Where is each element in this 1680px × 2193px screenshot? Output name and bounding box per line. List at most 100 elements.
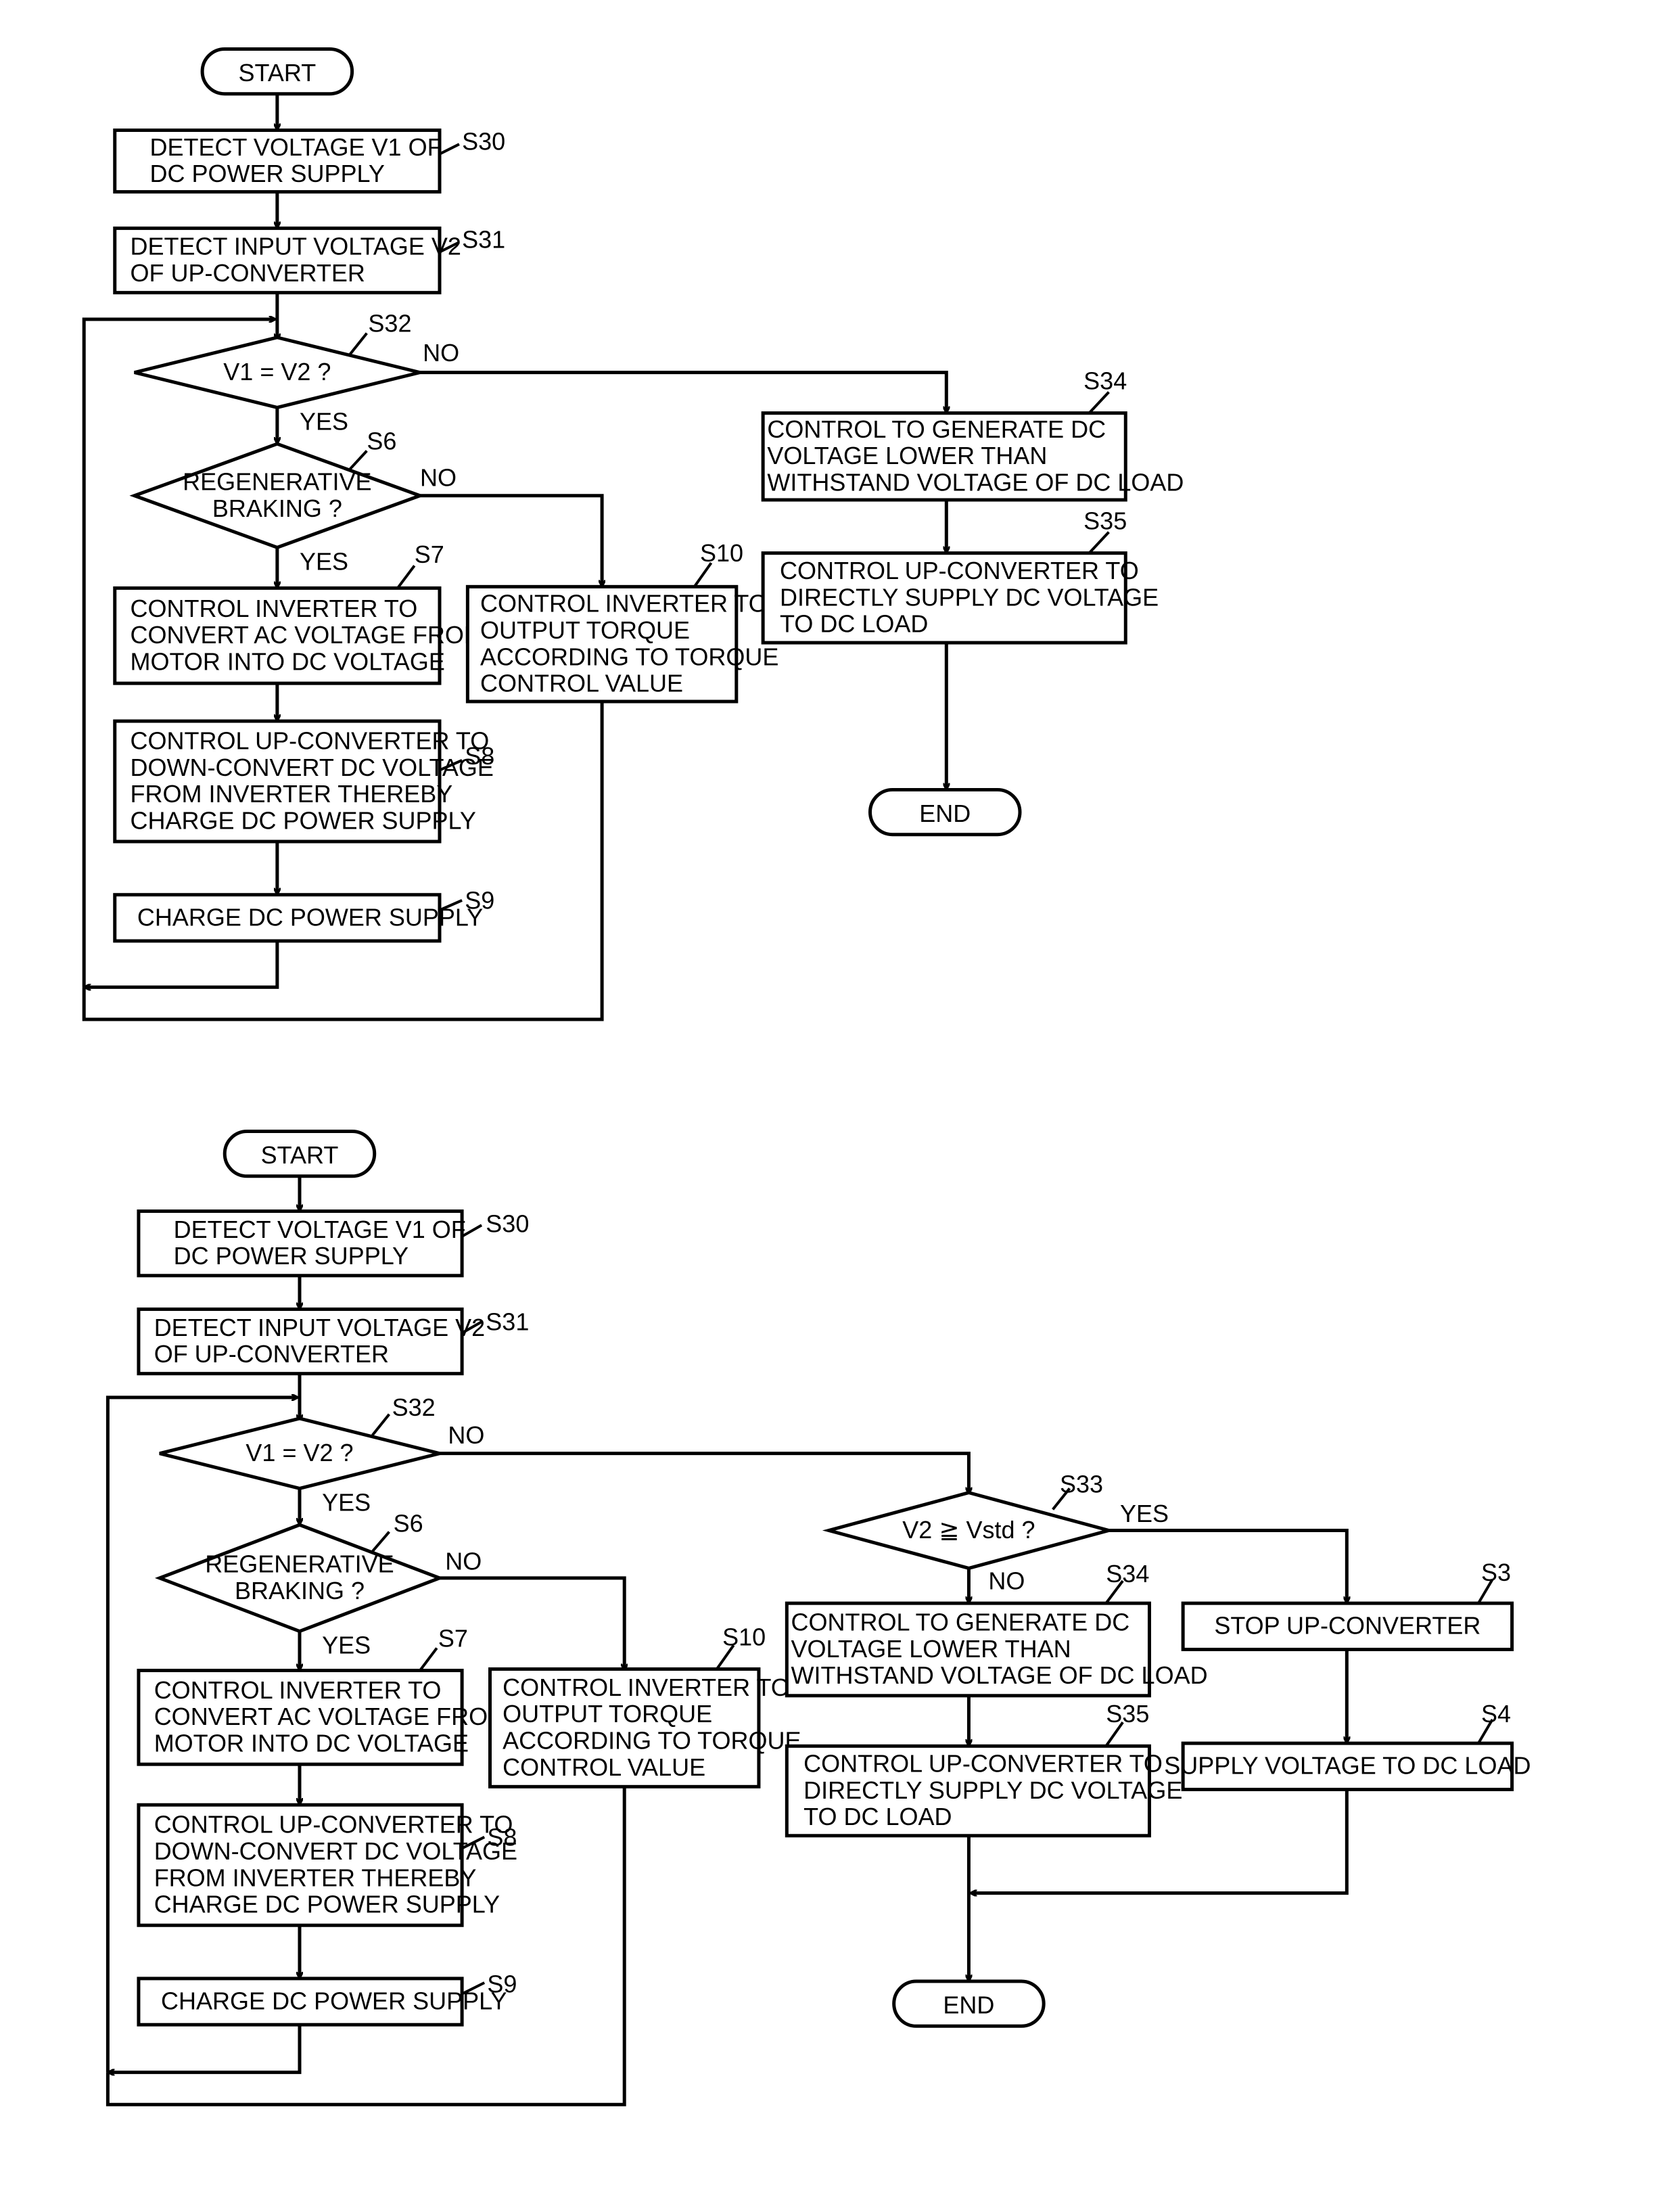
step-id-label: S6 bbox=[367, 427, 396, 455]
step-s31: DETECT INPUT VOLTAGE V2OF UP-CONVERTER bbox=[137, 1307, 485, 1376]
branch-label-yes: YES bbox=[1120, 1500, 1169, 1527]
step-s8-text: FROM INVERTER THEREBY bbox=[131, 780, 453, 808]
decision-s33-text: V2 ≧ Vstd ? bbox=[902, 1516, 1035, 1544]
step-s10: CONTROL INVERTER TOOUTPUT TORQUEACCORDIN… bbox=[488, 1667, 801, 1788]
flowchart-lower: START DETECT VOLTAGE V1 OFDC POWER SUPPLY… bbox=[106, 1130, 1531, 2106]
step-s7-text: CONTROL INVERTER TO bbox=[131, 595, 418, 622]
branch-label-no: NO bbox=[445, 1547, 482, 1575]
step-s34-text: VOLTAGE LOWER THAN bbox=[791, 1635, 1071, 1663]
step-s10-text: OUTPUT TORQUE bbox=[503, 1700, 712, 1728]
step-s34-text: WITHSTAND VOLTAGE OF DC LOAD bbox=[791, 1661, 1208, 1689]
step-s34-text: CONTROL TO GENERATE DC bbox=[767, 415, 1106, 443]
step-s30: DETECT VOLTAGE V1 OFDC POWER SUPPLY bbox=[137, 1209, 466, 1278]
connector-line bbox=[420, 494, 602, 585]
step-s31-text: OF UP-CONVERTER bbox=[131, 259, 365, 287]
connector-line bbox=[439, 1576, 624, 1669]
step-s8-text: CONTROL UP-CONVERTER TO bbox=[131, 726, 490, 754]
step-s8-text: FROM INVERTER THEREBY bbox=[154, 1864, 477, 1891]
step-s34-text: CONTROL TO GENERATE DC bbox=[791, 1609, 1130, 1636]
step-id-label: S10 bbox=[722, 1623, 766, 1650]
step-s35: CONTROL UP-CONVERTER TODIRECTLY SUPPLY D… bbox=[785, 1744, 1182, 1838]
connector-line bbox=[109, 2025, 302, 2072]
step-s10-text: CONTROL INVERTER TO bbox=[503, 1673, 790, 1701]
branch-label-yes: YES bbox=[300, 407, 348, 435]
step-s8: CONTROL UP-CONVERTER TODOWN-CONVERT DC V… bbox=[137, 1803, 517, 1927]
step-leader-line bbox=[439, 143, 460, 156]
end-terminal: END bbox=[892, 1979, 1046, 2028]
step-s9-text: CHARGE DC POWER SUPPLY bbox=[161, 1987, 507, 2014]
branch-label-yes: YES bbox=[300, 547, 348, 575]
step-id-label: S32 bbox=[368, 310, 411, 338]
step-s35-text: DIRECTLY SUPPLY DC VOLTAGE bbox=[780, 583, 1159, 611]
branch-label-yes: YES bbox=[322, 1489, 371, 1517]
connector-line bbox=[420, 371, 946, 412]
step-s35-text: CONTROL UP-CONVERTER TO bbox=[780, 557, 1139, 584]
step-s8-text: DOWN-CONVERT DC VOLTAGE bbox=[131, 754, 494, 781]
step-id-label: S35 bbox=[1106, 1700, 1149, 1728]
step-id-label: S32 bbox=[392, 1393, 436, 1421]
step-s7-text: CONVERT AC VOLTAGE FROM bbox=[131, 621, 484, 649]
step-leader-line bbox=[349, 450, 368, 470]
step-s30-text: DC POWER SUPPLY bbox=[174, 1242, 409, 1270]
step-s34-text: VOLTAGE LOWER THAN bbox=[767, 442, 1047, 469]
step-s10-text: ACCORDING TO TORQUE bbox=[503, 1726, 801, 1754]
step-s7-text: CONVERT AC VOLTAGE FROM bbox=[154, 1703, 508, 1730]
decision-s6-text: BRAKING ? bbox=[235, 1577, 365, 1605]
decision-s33: V2 ≧ Vstd ? bbox=[822, 1491, 1116, 1570]
step-s31: DETECT INPUT VOLTAGE V2OF UP-CONVERTER bbox=[113, 226, 461, 295]
step-id-label: S30 bbox=[486, 1210, 529, 1238]
step-s30-text: DC POWER SUPPLY bbox=[149, 160, 384, 187]
step-leader-line bbox=[348, 332, 368, 355]
branch-label-no: NO bbox=[448, 1421, 484, 1449]
connector-line bbox=[85, 941, 279, 987]
step-id-label: S4 bbox=[1481, 1700, 1511, 1728]
step-s34-text: WITHSTAND VOLTAGE OF DC LOAD bbox=[767, 469, 1184, 497]
step-id-label: S9 bbox=[465, 886, 494, 914]
branch-label-yes: YES bbox=[322, 1632, 371, 1659]
end-terminal: END bbox=[868, 787, 1022, 837]
decision-s32-text: V1 = V2 ? bbox=[223, 358, 331, 386]
step-s34: CONTROL TO GENERATE DCVOLTAGE LOWER THAN… bbox=[785, 1601, 1208, 1698]
start-terminal: START bbox=[200, 47, 354, 96]
step-s34: CONTROL TO GENERATE DCVOLTAGE LOWER THAN… bbox=[761, 411, 1184, 502]
step-s31-text: DETECT INPUT VOLTAGE V2 bbox=[154, 1314, 485, 1341]
decision-s6: REGENERATIVEBRAKING ? bbox=[129, 442, 425, 550]
decision-s32: V1 = V2 ? bbox=[134, 336, 421, 409]
connector-line bbox=[439, 1452, 969, 1493]
decision-s32: V1 = V2 ? bbox=[159, 1416, 440, 1490]
step-leader-line bbox=[1088, 531, 1110, 555]
step-id-label: S6 bbox=[394, 1510, 423, 1538]
step-s31-text: DETECT INPUT VOLTAGE V2 bbox=[131, 233, 461, 260]
flowchart-upper: START DETECT VOLTAGE V1 OFDC POWER SUPPLY… bbox=[82, 47, 1184, 1021]
step-s10-text: CONTROL INVERTER TO bbox=[480, 590, 768, 618]
step-id-label: S10 bbox=[700, 539, 743, 567]
step-s7-text: MOTOR INTO DC VOLTAGE bbox=[131, 647, 445, 675]
step-s3-text: STOP UP-CONVERTER bbox=[1214, 1612, 1480, 1640]
step-s7-text: CONTROL INVERTER TO bbox=[154, 1676, 442, 1704]
decision-s32-text: V1 = V2 ? bbox=[246, 1439, 353, 1467]
step-id-label: S7 bbox=[438, 1624, 468, 1652]
step-s9-text: CHARGE DC POWER SUPPLY bbox=[137, 903, 483, 931]
decision-s6: REGENERATIVEBRAKING ? bbox=[154, 1523, 445, 1634]
step-s8-text: CHARGE DC POWER SUPPLY bbox=[131, 806, 476, 834]
step-id-label: S3 bbox=[1481, 1559, 1511, 1586]
step-s9: CHARGE DC POWER SUPPLY bbox=[137, 1977, 507, 2027]
step-s31-text: OF UP-CONVERTER bbox=[154, 1340, 389, 1368]
step-leader-line bbox=[396, 565, 416, 589]
step-s8-text: DOWN-CONVERT DC VOLTAGE bbox=[154, 1837, 517, 1865]
decision-s6-text: REGENERATIVE bbox=[205, 1550, 394, 1578]
step-s8: CONTROL UP-CONVERTER TODOWN-CONVERT DC V… bbox=[113, 719, 494, 844]
step-s35-text: TO DC LOAD bbox=[780, 610, 928, 638]
step-s10-text: ACCORDING TO TORQUE bbox=[480, 643, 778, 670]
step-s30-text: DETECT VOLTAGE V1 OF bbox=[149, 133, 442, 161]
step-id-label: S34 bbox=[1106, 1560, 1149, 1588]
step-s35-text: CONTROL UP-CONVERTER TO bbox=[803, 1750, 1163, 1778]
step-s10-text: CONTROL VALUE bbox=[480, 670, 683, 697]
step-s4: SUPPLY VOLTAGE TO DC LOAD bbox=[1164, 1741, 1531, 1791]
step-leader-line bbox=[419, 1647, 438, 1671]
step-s35-text: DIRECTLY SUPPLY DC VOLTAGE bbox=[803, 1776, 1182, 1804]
end-terminal-text: END bbox=[919, 800, 971, 827]
step-s10: CONTROL INVERTER TOOUTPUT TORQUEACCORDIN… bbox=[465, 584, 778, 703]
step-leader-line bbox=[1088, 391, 1110, 415]
step-s4-text: SUPPLY VOLTAGE TO DC LOAD bbox=[1164, 1752, 1531, 1780]
